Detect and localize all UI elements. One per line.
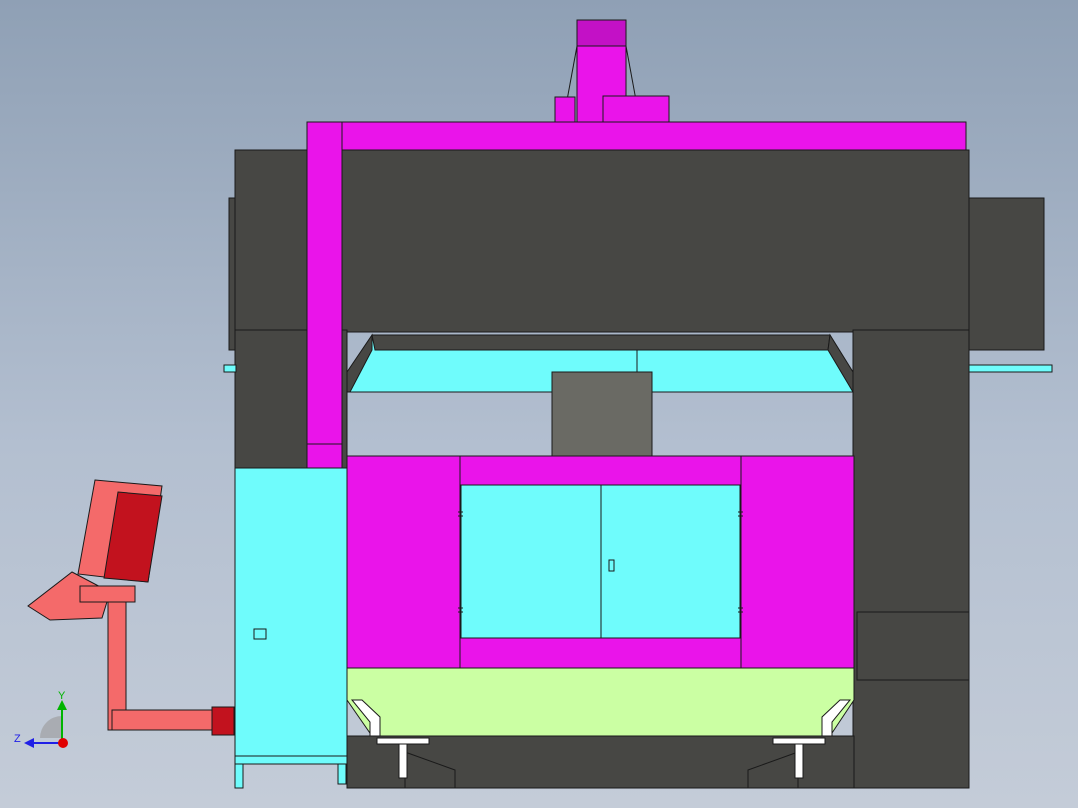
arch-cutout [371,334,831,351]
guide-rail-left [223,364,237,373]
access-door-right[interactable] [600,484,741,639]
access-door-left[interactable] [460,484,602,639]
door-handle [608,559,615,572]
motor-side-box-left [554,96,576,124]
gantry-column-right [852,329,970,789]
spindle-motor [554,19,670,125]
y-axis-label: Y [58,690,66,702]
cabinet-base [234,755,348,765]
motor-cap [576,19,627,47]
cabinet-foot-left [234,763,244,789]
cad-viewport[interactable]: Y Z [0,0,1078,808]
gantry-column-right-lower-panel [856,611,970,681]
cable-duct-base [306,443,343,469]
top-rail [341,121,967,151]
z-axis-label: Z [14,733,21,745]
axis-triad: Y Z [14,690,68,748]
triad-background-arc [40,716,62,738]
x-axis-dot [58,738,68,748]
gantry-machine-drawing: Y Z [14,19,1053,789]
electrical-cabinet [234,467,348,757]
ram-shaft [551,371,653,459]
cable-duct-vertical [306,121,343,469]
cabinet-indicator-light [253,628,267,640]
pendant-joint [211,706,235,736]
motor-side-box-right [602,95,670,125]
chip-tray [346,667,855,737]
guide-rail-right [968,364,1053,373]
gantry-crossbeam [234,149,970,333]
pendant-arm [111,709,217,731]
cabinet-foot-right [337,763,347,785]
gantry-side-block-right [967,197,1045,351]
pendant-mount [79,585,136,603]
z-axis-arrow-icon [24,738,34,748]
